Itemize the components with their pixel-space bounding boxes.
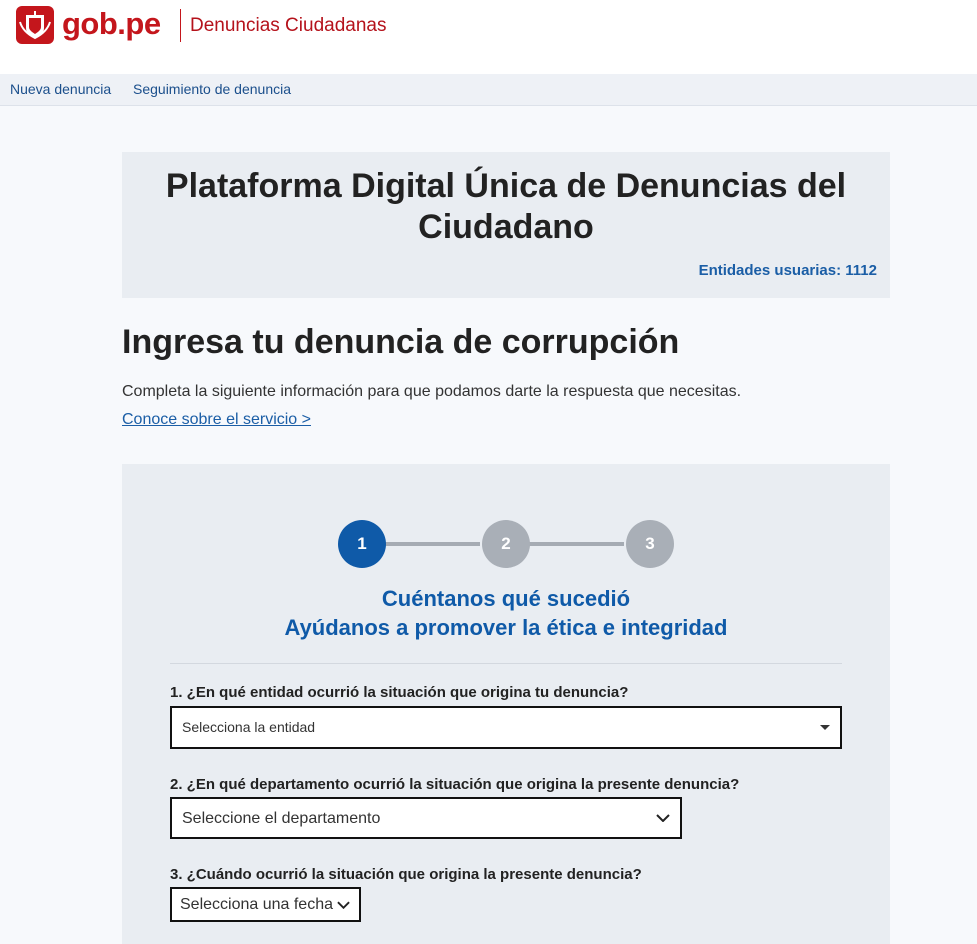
entities-count: Entidades usuarias: 1112: [698, 262, 877, 279]
step-1: 1: [338, 520, 386, 568]
peru-coat-of-arms-icon: [16, 6, 54, 44]
platform-banner: Plataforma Digital Única de Denuncias de…: [122, 152, 890, 298]
stepper-connector: [528, 542, 624, 546]
gob-pe-logo[interactable]: gob.pe: [62, 4, 161, 44]
step-2: 2: [482, 520, 530, 568]
nav-seguimiento-denuncia[interactable]: Seguimiento de denuncia: [133, 81, 291, 97]
service-info-link[interactable]: Conoce sobre el servicio >: [122, 410, 311, 430]
entity-select-value: Selecciona la entidad: [182, 719, 316, 735]
page-description: Completa la siguiente información para q…: [122, 383, 742, 400]
step-3: 3: [626, 520, 674, 568]
question-entity-label: 1. ¿En qué entidad ocurrió la situación …: [170, 684, 629, 701]
site-header: gob.pe Denuncias Ciudadanas: [0, 0, 977, 74]
date-select-value: Selecciona una fecha: [180, 896, 333, 913]
department-select-value: Seleccione el departamento: [182, 810, 381, 827]
question-department-label: 2. ¿En qué departamento ocurrió la situa…: [170, 776, 740, 793]
caret-down-icon: [820, 725, 830, 730]
date-select[interactable]: Selecciona una fecha: [170, 887, 361, 922]
question-date-label: 3. ¿Cuándo ocurrió la situación que orig…: [170, 866, 642, 883]
site-title[interactable]: Denuncias Ciudadanas: [190, 13, 386, 39]
main-nav: Nueva denuncia Seguimiento de denuncia: [0, 74, 977, 106]
complaint-form: 1 2 3 Cuéntanos qué sucedió Ayúdanos a p…: [122, 464, 890, 944]
nav-nueva-denuncia[interactable]: Nueva denuncia: [10, 81, 111, 97]
department-select[interactable]: Seleccione el departamento: [170, 797, 682, 839]
chevron-down-icon: [337, 901, 350, 909]
form-divider: [170, 663, 842, 664]
banner-title: Plataforma Digital Única de Denuncias de…: [165, 167, 847, 246]
step-title: Cuéntanos qué sucedió: [381, 586, 631, 611]
stepper-connector: [384, 542, 480, 546]
page-heading: Ingresa tu denuncia de corrupción: [122, 323, 680, 361]
step-subtitle: Ayúdanos a promover la ética e integrida…: [284, 615, 728, 640]
header-divider: [180, 9, 181, 42]
chevron-down-icon: [656, 814, 670, 822]
entity-select[interactable]: Selecciona la entidad: [170, 706, 842, 749]
